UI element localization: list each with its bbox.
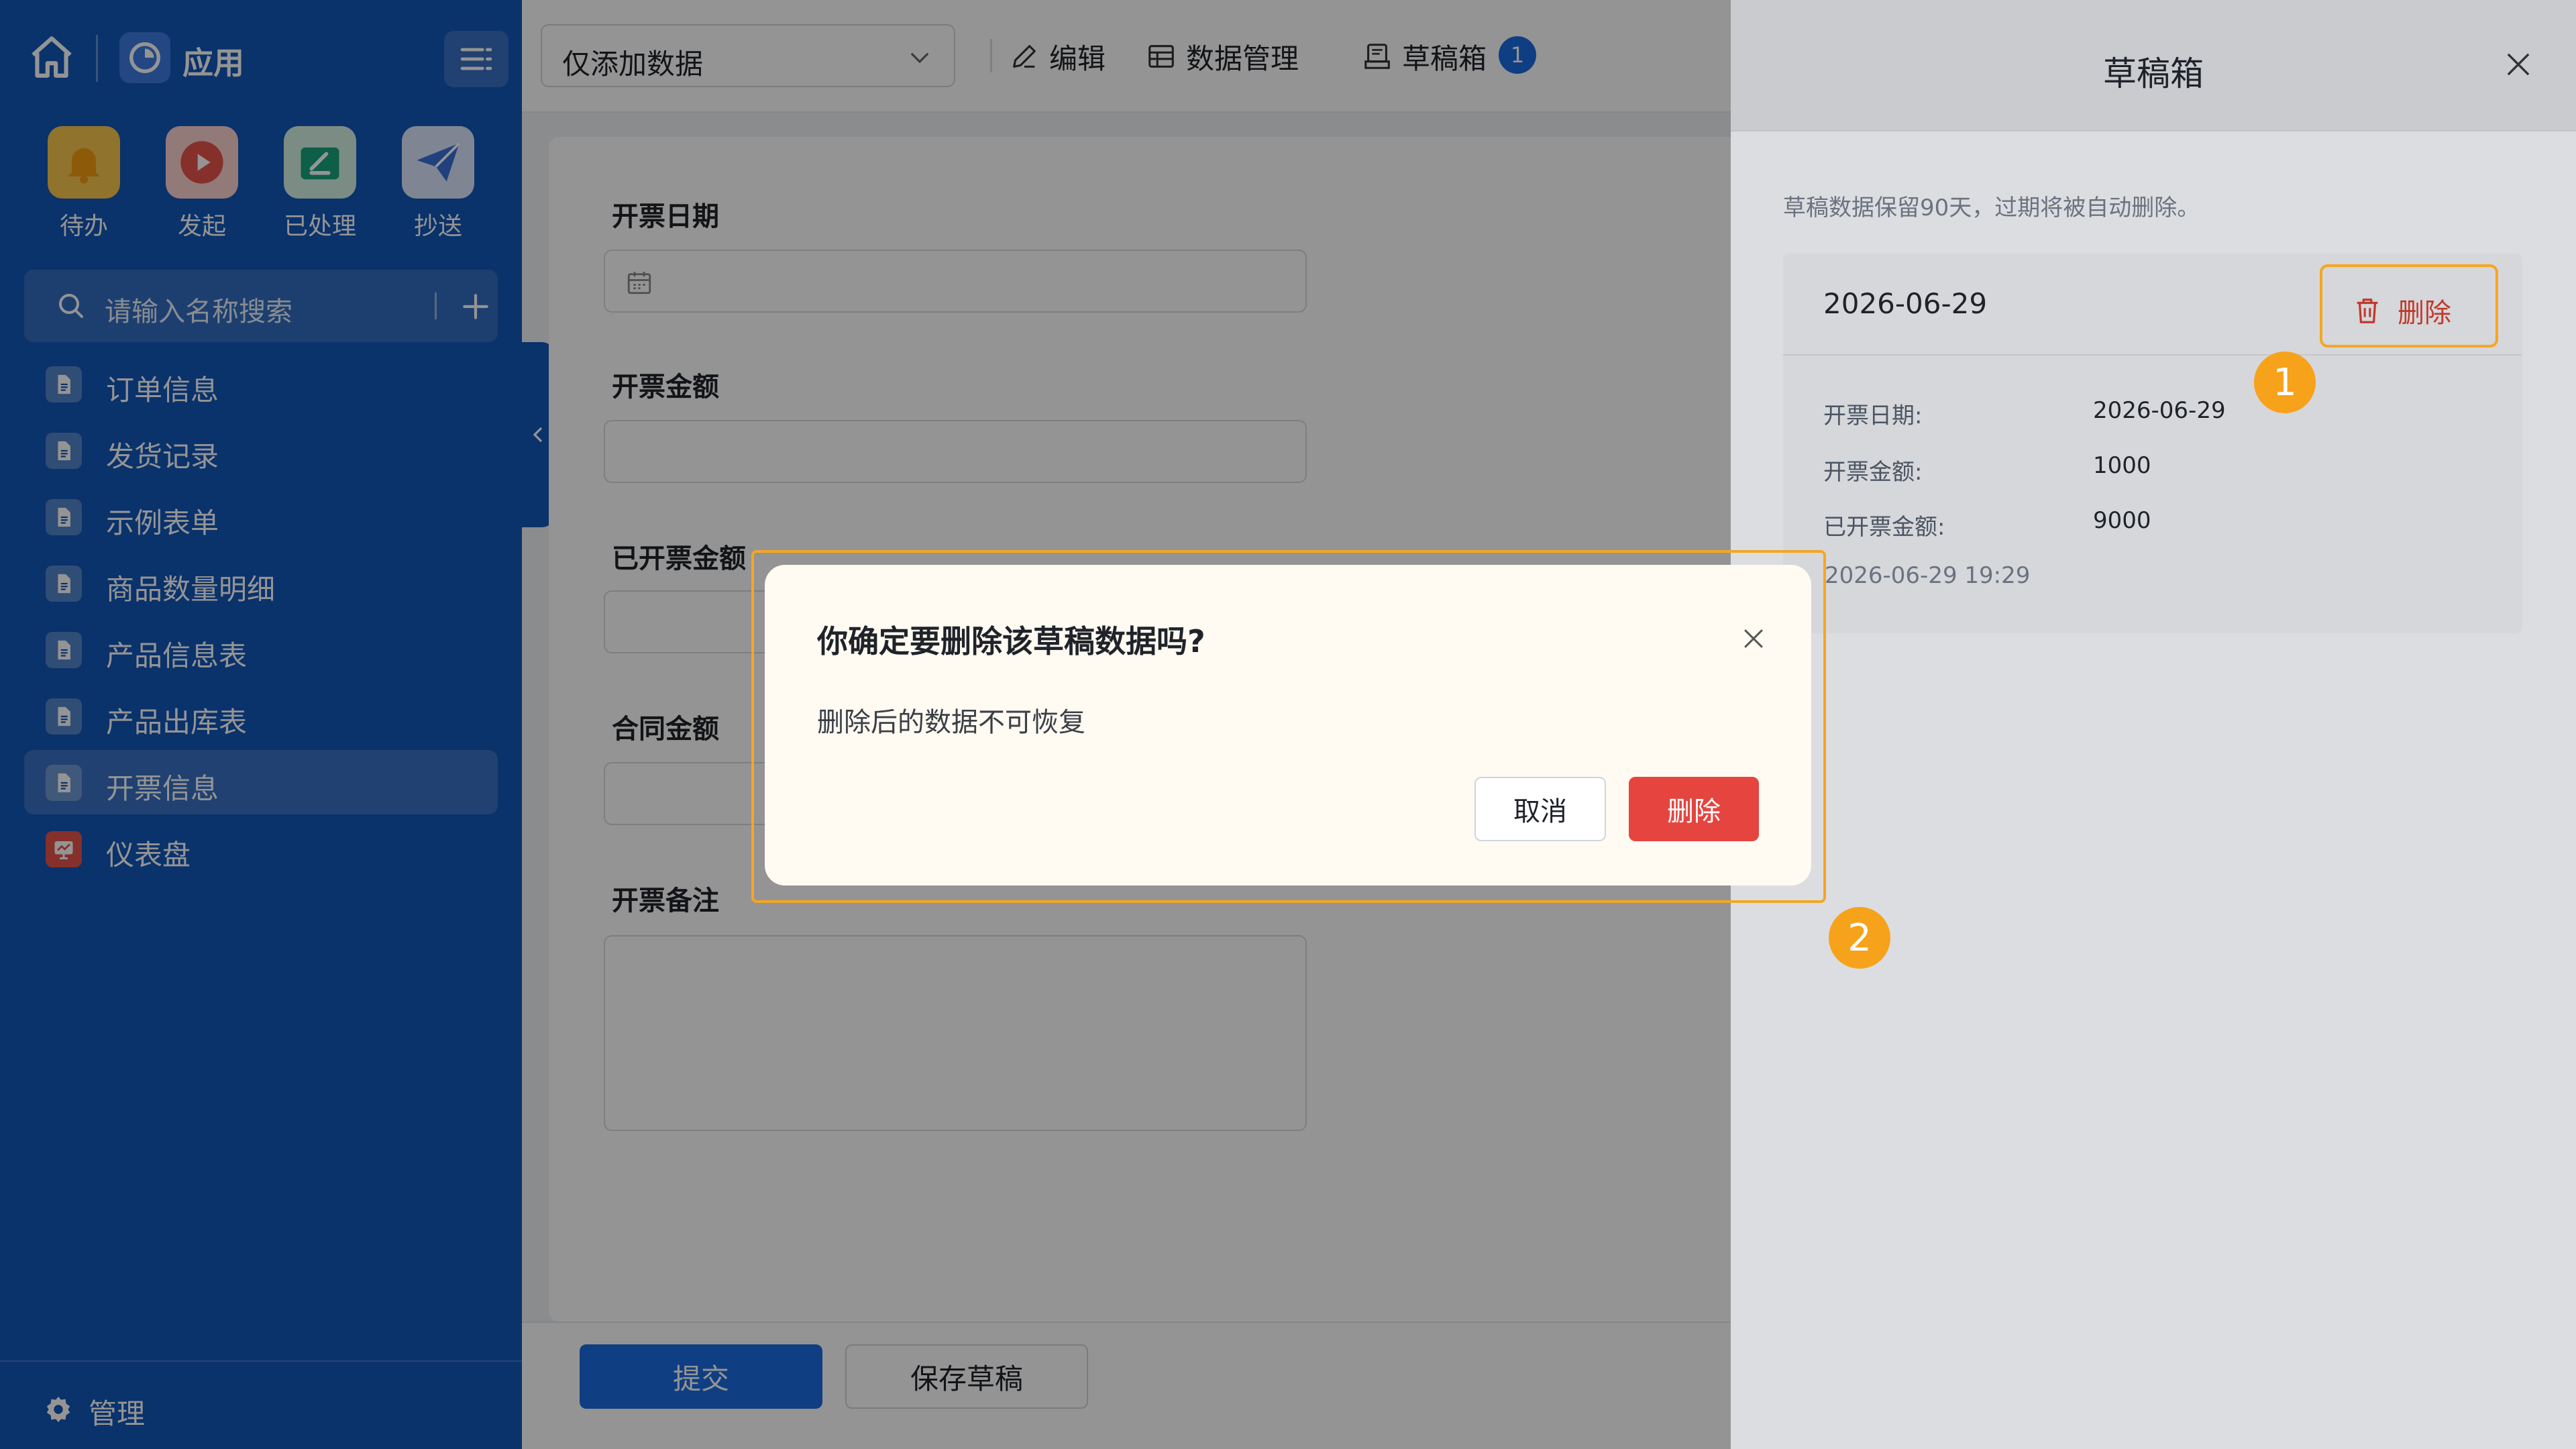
draft-row-value: 9000 <box>2093 507 2151 534</box>
trash-icon <box>2357 299 2378 323</box>
draft-card[interactable]: 2026-06-29 删除 开票日期: 2026-06-29 开票金额: 100… <box>1783 254 2522 633</box>
drafts-drawer: 草稿箱 草稿数据保留90天，过期将被自动删除。 2026-06-29 删除 开票… <box>1731 0 2576 1449</box>
dialog-title: 你确定要删除该草稿数据吗? <box>817 623 1205 659</box>
confirm-delete-button[interactable]: 删除 <box>1629 777 1759 841</box>
draft-row-value: 2026-06-29 <box>2093 397 2226 424</box>
draft-delete-button[interactable]: 删除 <box>2320 264 2498 347</box>
draft-card-header: 2026-06-29 删除 <box>1783 254 2522 356</box>
step-marker-2: 2 <box>1829 907 1890 969</box>
draft-row-label: 已开票金额: <box>1823 514 1945 541</box>
draft-timestamp: 2026-06-29 19:29 <box>1825 562 2031 589</box>
draft-date: 2026-06-29 <box>1823 287 1988 320</box>
draft-row-label: 开票日期: <box>1823 402 1923 429</box>
dialog-message: 删除后的数据不可恢复 <box>817 707 1085 738</box>
draft-row-value: 1000 <box>2093 452 2151 479</box>
draft-delete-content: 删除 <box>2352 291 2451 330</box>
draft-row-label: 开票金额: <box>1823 459 1923 486</box>
close-icon[interactable] <box>1739 624 1768 653</box>
draft-delete-label: 删除 <box>2398 298 2451 329</box>
drawer-note: 草稿数据保留90天，过期将被自动删除。 <box>1783 195 2200 221</box>
drawer-header: 草稿箱 <box>1731 0 2576 131</box>
cancel-button[interactable]: 取消 <box>1474 777 1606 841</box>
delete-confirm-dialog: 你确定要删除该草稿数据吗? 删除后的数据不可恢复 取消 删除 <box>765 565 1811 885</box>
drawer-title: 草稿箱 <box>2103 54 2204 93</box>
step-marker-1: 1 <box>2254 352 2316 413</box>
close-icon[interactable] <box>2501 47 2536 82</box>
